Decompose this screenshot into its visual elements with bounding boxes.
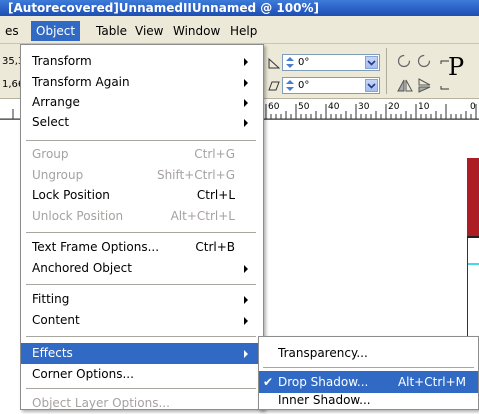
submenu-arrow-icon (244, 119, 248, 127)
menu-item-effects[interactable]: Effects (21, 343, 263, 364)
menu-separator (263, 367, 474, 368)
menu-item-shortcut: Shift+Ctrl+G (156, 168, 235, 182)
menu-object[interactable]: Object (31, 21, 81, 41)
ruler-label: 50 (298, 102, 310, 112)
flip-vertical-icon[interactable] (416, 77, 433, 93)
spinner-icon[interactable] (285, 57, 295, 68)
menu-item-label: Object Layer Options... (32, 396, 170, 410)
rotate-angle-value: 0° (298, 57, 310, 68)
menu-separator (26, 336, 256, 337)
menu-item-shortcut: Ctrl+G (194, 147, 235, 161)
page-edge (467, 236, 479, 238)
submenu-arrow-icon (244, 58, 248, 66)
spinner-icon[interactable] (285, 80, 295, 91)
menu-item-label: Select (32, 115, 70, 129)
menu-item-shortcut: Alt+Ctrl+L (170, 209, 235, 223)
chevron-down-icon[interactable] (365, 56, 378, 69)
menu-item-label: Unlock Position (32, 209, 124, 223)
window-title-bar: [Autorecovered]UnnamedIIUnnamed @ 100%] (0, 0, 479, 16)
submenu-arrow-icon (244, 79, 248, 87)
menu-bar: es Object Table View Window Help (0, 16, 479, 44)
menu-item-label: Content (32, 313, 80, 327)
menu-item-label: Effects (32, 346, 73, 360)
rotate-ccw-icon[interactable] (416, 53, 432, 69)
menu-item-fitting[interactable]: Fitting (21, 289, 263, 310)
ruler-label: 60 (268, 102, 280, 112)
effects-submenu: Transparency... ✔ Drop Shadow... Alt+Ctr… (258, 336, 479, 410)
chevron-down-icon[interactable] (365, 79, 378, 92)
submenu-arrow-icon (244, 296, 248, 304)
submenu-item-shortcut: Alt+Ctrl+M (397, 375, 466, 389)
submenu-arrow-icon (244, 317, 248, 325)
submenu-item-label: Inner Shadow... (278, 393, 371, 407)
menu-separator (26, 284, 256, 285)
submenu-item-label: Transparency... (278, 346, 368, 360)
object-menu-dropdown: Transform Transform Again Arrange Select… (20, 44, 264, 410)
menu-item-label: Group (32, 147, 69, 161)
window-title: [Autorecovered]UnnamedIIUnnamed @ 100%] (8, 1, 319, 15)
menu-item-unlock-position: Unlock Position Alt+Ctrl+L (21, 206, 263, 227)
ruler-label: 20 (388, 102, 400, 112)
rotate-angle-icon (268, 57, 280, 69)
menu-item-lock-position[interactable]: Lock Position Ctrl+L (21, 185, 263, 206)
submenu-item-label: Drop Shadow... (278, 375, 369, 389)
flip-horizontal-icon[interactable] (396, 77, 413, 93)
submenu-arrow-icon (244, 350, 248, 358)
menu-item-label: Transform Again (32, 75, 130, 89)
guide-line[interactable] (468, 263, 479, 265)
menu-item-shortcut: Ctrl+L (196, 188, 235, 202)
ruler-label: 30 (358, 102, 370, 112)
menu-help[interactable]: Help (225, 21, 262, 41)
menu-table[interactable]: Table (91, 21, 132, 41)
toolbar-divider (386, 48, 387, 94)
menu-item-anchored-object[interactable]: Anchored Object (21, 258, 263, 279)
menu-item-arrange[interactable]: Arrange (21, 92, 263, 113)
menu-item-corner-options[interactable]: Corner Options... (21, 364, 263, 385)
submenu-arrow-icon (244, 265, 248, 273)
menu-type[interactable]: es (0, 21, 24, 41)
shear-angle-field[interactable]: 0° (282, 77, 380, 94)
menu-item-label: Corner Options... (32, 367, 134, 381)
menu-view[interactable]: View (130, 21, 168, 41)
menu-item-content[interactable]: Content (21, 310, 263, 331)
submenu-arrow-icon (244, 99, 248, 107)
menu-item-select[interactable]: Select (21, 112, 263, 133)
menu-item-label: Transform (32, 54, 92, 68)
menu-window[interactable]: Window (168, 21, 225, 41)
menu-item-label: Anchored Object (32, 261, 132, 275)
shear-angle-icon (268, 81, 280, 91)
page-red-frame[interactable] (467, 158, 479, 236)
rotate-angle-field[interactable]: 0° (282, 54, 380, 71)
rotate-cw-icon[interactable] (396, 53, 412, 69)
shear-angle-value: 0° (298, 80, 310, 91)
ruler-label: 40 (328, 102, 340, 112)
ruler-label: 0 (470, 102, 476, 112)
menu-item-ungroup: Ungroup Shift+Ctrl+G (21, 165, 263, 186)
submenu-item-transparency[interactable]: Transparency... (259, 342, 478, 364)
menu-separator (26, 232, 256, 233)
menu-item-label: Arrange (32, 95, 80, 109)
menu-item-transform-again[interactable]: Transform Again (21, 72, 263, 93)
menu-item-label: Lock Position (32, 188, 110, 202)
ruler-label: 10 (418, 102, 430, 112)
menu-item-shortcut: Ctrl+B (195, 240, 235, 254)
menu-item-label: Fitting (32, 292, 70, 306)
menu-item-object-layer-options: Object Layer Options... (21, 393, 263, 414)
menu-item-group: Group Ctrl+G (21, 144, 263, 165)
menu-item-transform[interactable]: Transform (21, 51, 263, 72)
menu-item-label: Ungroup (32, 168, 84, 182)
checkmark-icon: ✔ (263, 375, 274, 389)
submenu-item-drop-shadow[interactable]: ✔ Drop Shadow... Alt+Ctrl+M (259, 371, 478, 393)
menu-item-text-frame-options[interactable]: Text Frame Options... Ctrl+B (21, 237, 263, 258)
menu-separator (26, 140, 256, 141)
submenu-item-inner-shadow[interactable]: Inner Shadow... (259, 391, 478, 409)
menu-separator (26, 388, 256, 389)
type-glyph: P (448, 53, 465, 81)
menu-item-label: Text Frame Options... (32, 240, 160, 254)
